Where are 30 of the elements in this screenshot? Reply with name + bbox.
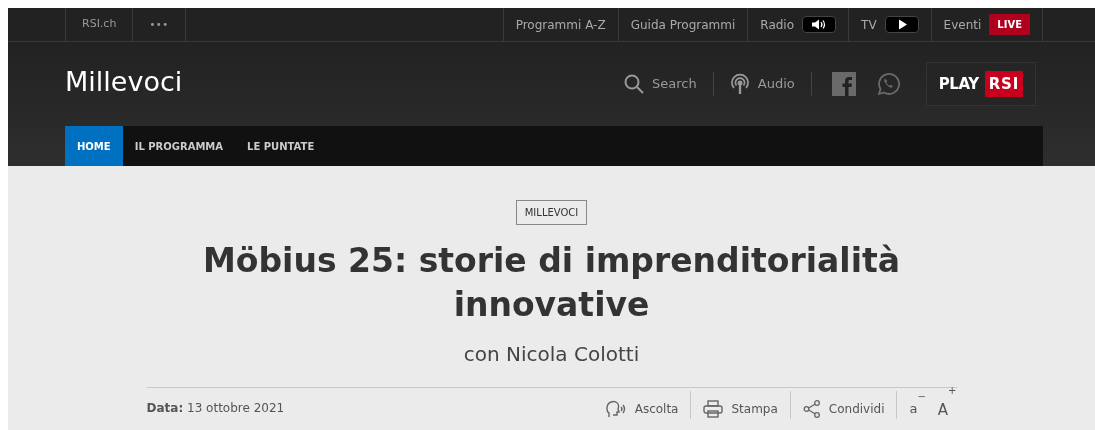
program-title: Millevoci: [65, 64, 183, 99]
top-bar-link[interactable]: Guida Programmi: [617, 8, 748, 41]
nav-tab[interactable]: IL PROGRAMMA: [122, 126, 236, 166]
audio-link[interactable]: Audio: [713, 73, 811, 95]
podcast-icon: [729, 73, 750, 95]
more-link[interactable]: •••: [132, 8, 186, 41]
article-title: Möbius 25: storie di imprenditorialità innovative: [202, 240, 901, 326]
phone-bubble-icon[interactable]: [875, 72, 900, 96]
article-action[interactable]: Stampa: [691, 391, 791, 419]
search-icon: [624, 74, 645, 94]
listening-head-icon: [604, 400, 627, 418]
top-bar-link[interactable]: Radio: [747, 8, 849, 41]
share-icon: [802, 400, 821, 418]
publication-date: Data: 13 ottobre 2021: [146, 400, 285, 417]
search-link[interactable]: Search: [608, 74, 713, 94]
nav-tab[interactable]: HOME: [65, 126, 123, 166]
facebook-icon[interactable]: [831, 72, 856, 96]
top-bar-link[interactable]: Eventi LIVE: [930, 8, 1042, 41]
speaker-icon: [811, 19, 828, 30]
printer-icon: [703, 400, 724, 418]
site-link[interactable]: RSI.ch: [65, 8, 133, 41]
nav-tab[interactable]: LE PUNTATE: [235, 126, 327, 166]
article-action[interactable]: Condividi: [790, 391, 898, 419]
top-bar-link[interactable]: Programmi A-Z: [502, 8, 618, 41]
live-badge: LIVE: [989, 14, 1030, 35]
play-rsi-logo[interactable]: PLAY RSI: [925, 62, 1036, 106]
article-action[interactable]: Ascolta: [592, 391, 692, 419]
top-bar-link[interactable]: TV: [848, 8, 931, 41]
article-subtitle: con Nicola Colotti: [463, 341, 640, 368]
category-tag[interactable]: MILLEVOCI: [515, 200, 588, 225]
